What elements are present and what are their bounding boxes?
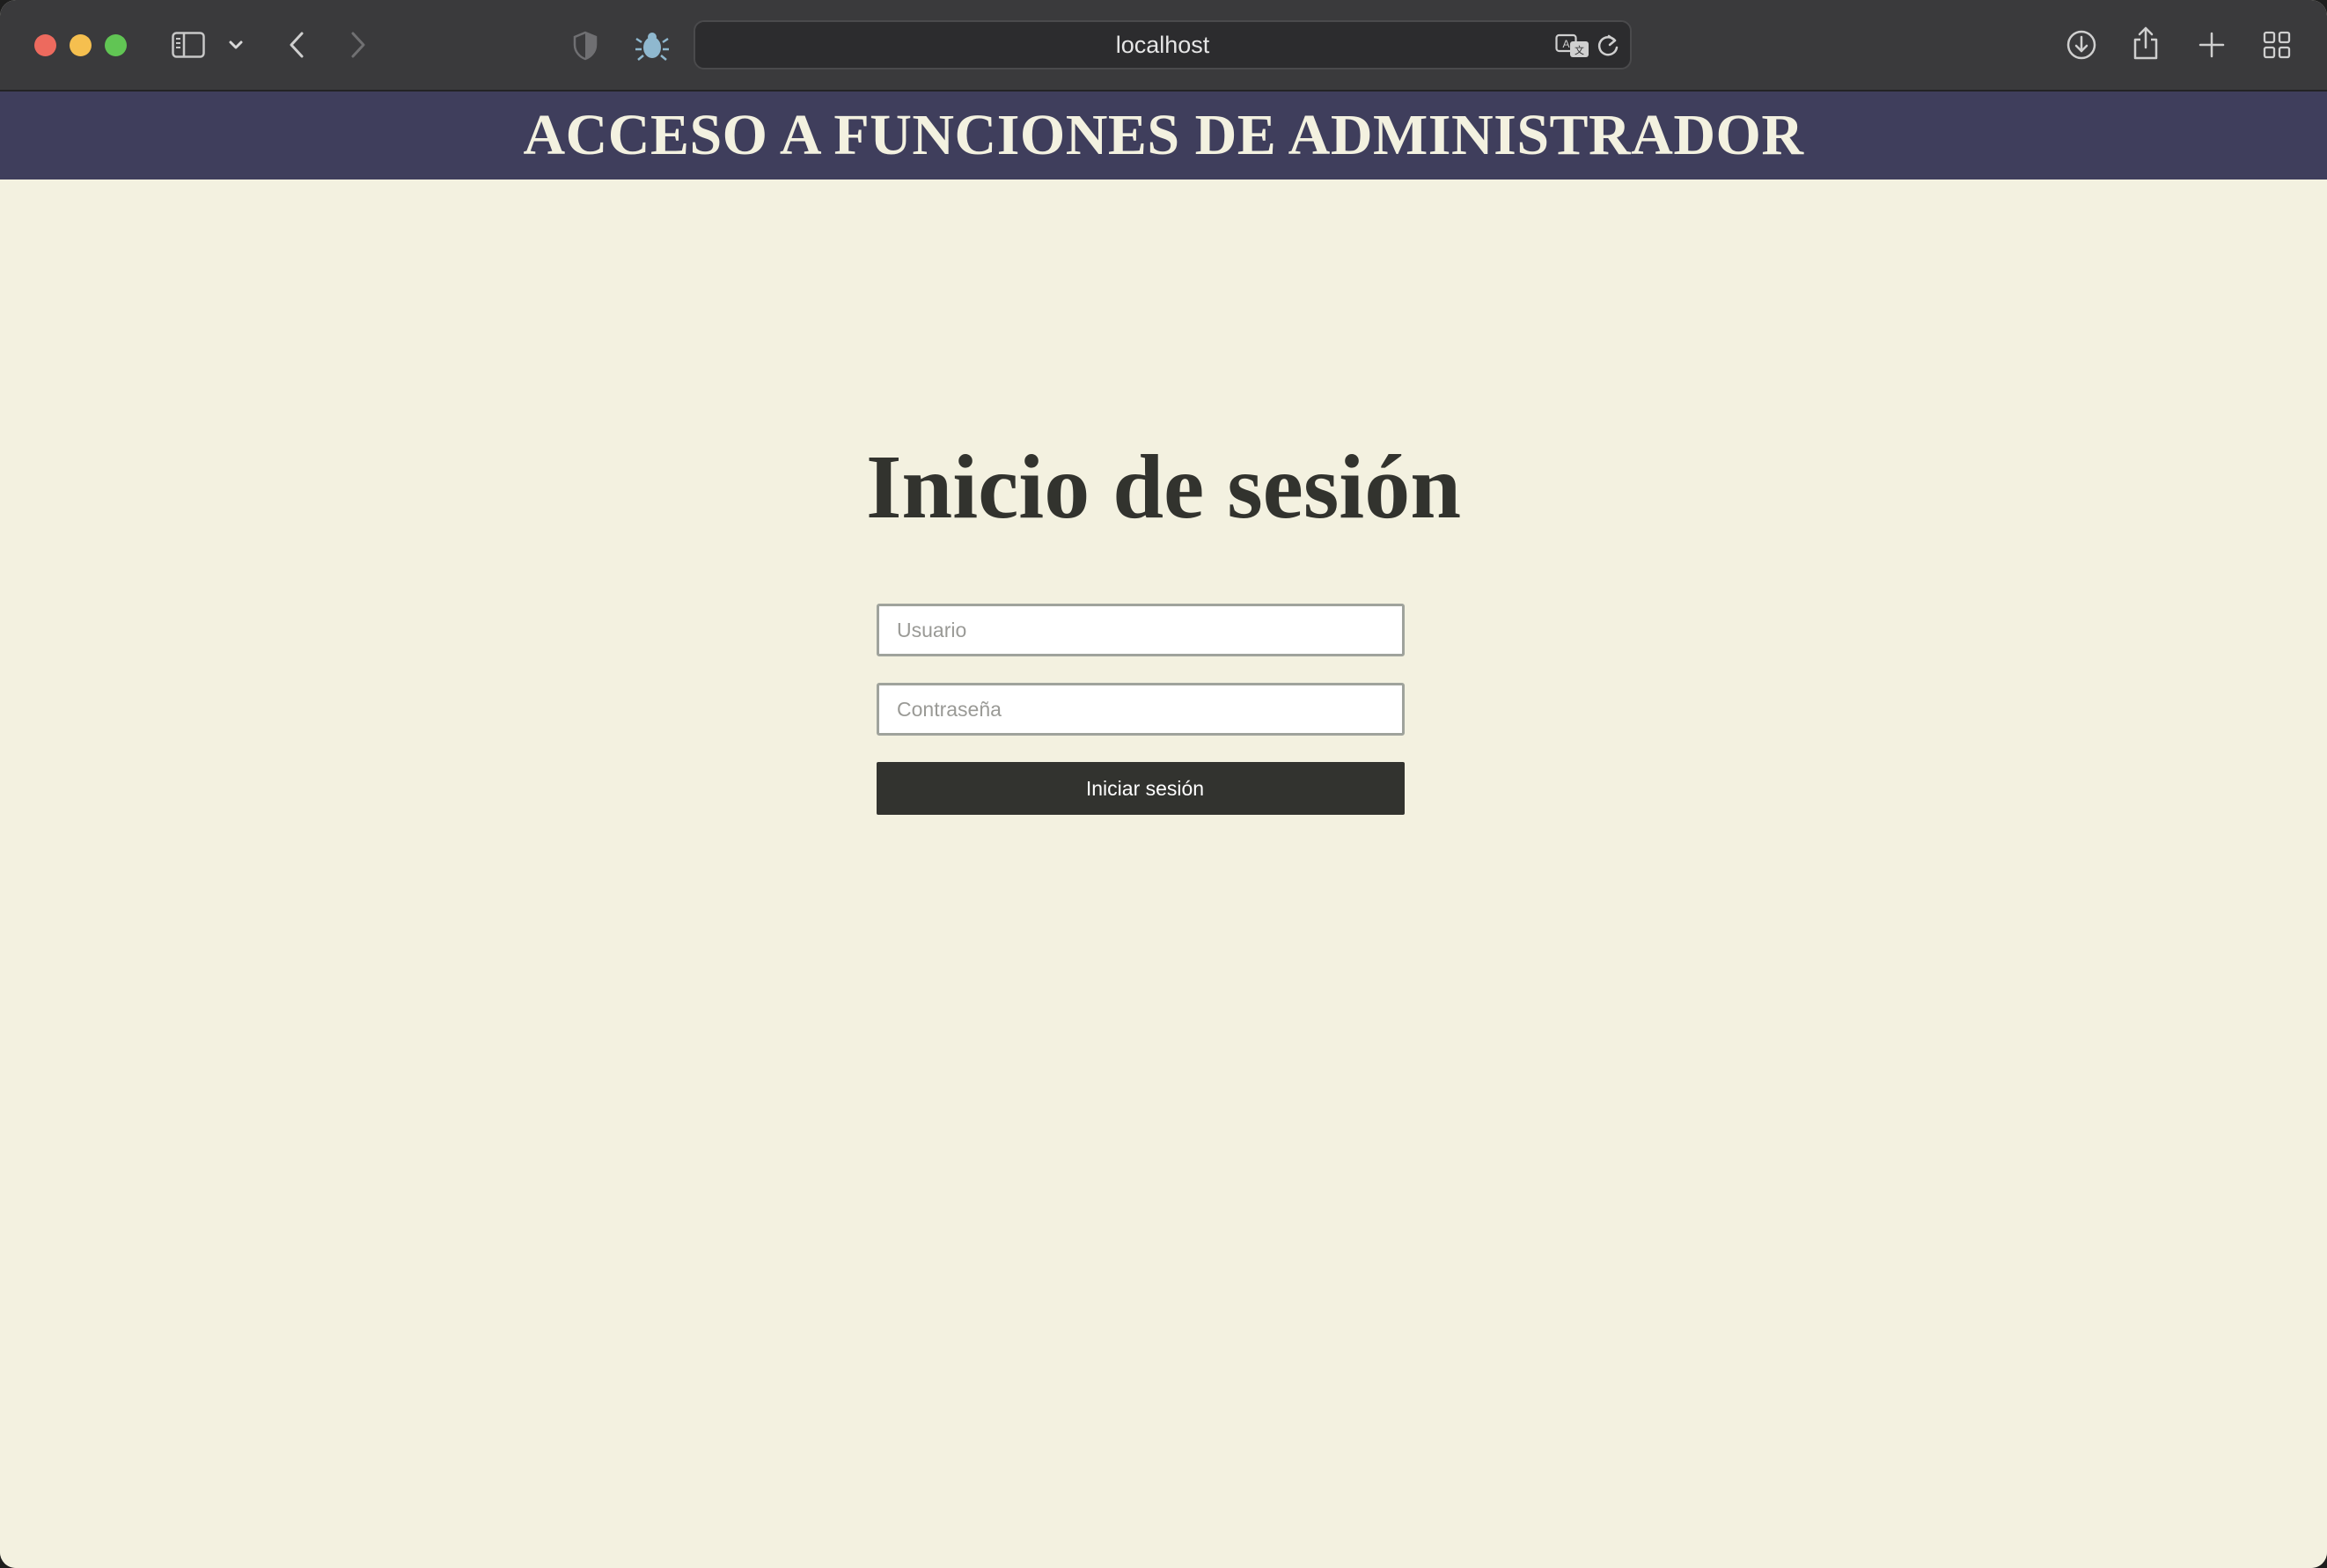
address-bar[interactable]: localhost A 文: [694, 20, 1632, 70]
password-input[interactable]: [877, 683, 1405, 736]
translate-icon[interactable]: A 文: [1554, 32, 1591, 60]
login-button[interactable]: Iniciar sesión: [877, 762, 1405, 815]
chevron-down-icon[interactable]: [224, 35, 247, 55]
sidebar-icon[interactable]: [171, 30, 206, 60]
login-heading: Inicio de sesión: [865, 436, 1462, 538]
username-input[interactable]: [877, 604, 1405, 656]
reload-icon[interactable]: [1595, 33, 1621, 59]
download-icon[interactable]: [2065, 28, 2098, 62]
header-banner: ACCESO A FUNCIONES DE ADMINISTRADOR: [0, 92, 2327, 180]
browser-window: localhost A 文 ACCESO A FUNCIONES DE ADMI…: [0, 0, 2327, 1568]
header-title: ACCESO A FUNCIONES DE ADMINISTRADOR: [523, 103, 1804, 167]
bug-icon[interactable]: [634, 29, 671, 62]
browser-toolbar: localhost A 文: [0, 0, 2327, 92]
window-minimize-button[interactable]: [70, 34, 92, 56]
chevron-left-icon[interactable]: [283, 28, 310, 62]
page-content: ACCESO A FUNCIONES DE ADMINISTRADOR Inic…: [0, 92, 2327, 1568]
window-close-button[interactable]: [34, 34, 56, 56]
window-maximize-button[interactable]: [105, 34, 127, 56]
svg-text:文: 文: [1575, 44, 1584, 56]
shield-icon[interactable]: [570, 30, 600, 62]
share-icon[interactable]: [2130, 25, 2162, 62]
grid-icon[interactable]: [2262, 30, 2292, 60]
address-bar-url[interactable]: localhost: [695, 22, 1630, 68]
plus-icon[interactable]: [2197, 30, 2227, 60]
svg-text:A: A: [1562, 38, 1569, 50]
chevron-right-icon[interactable]: [345, 28, 371, 62]
